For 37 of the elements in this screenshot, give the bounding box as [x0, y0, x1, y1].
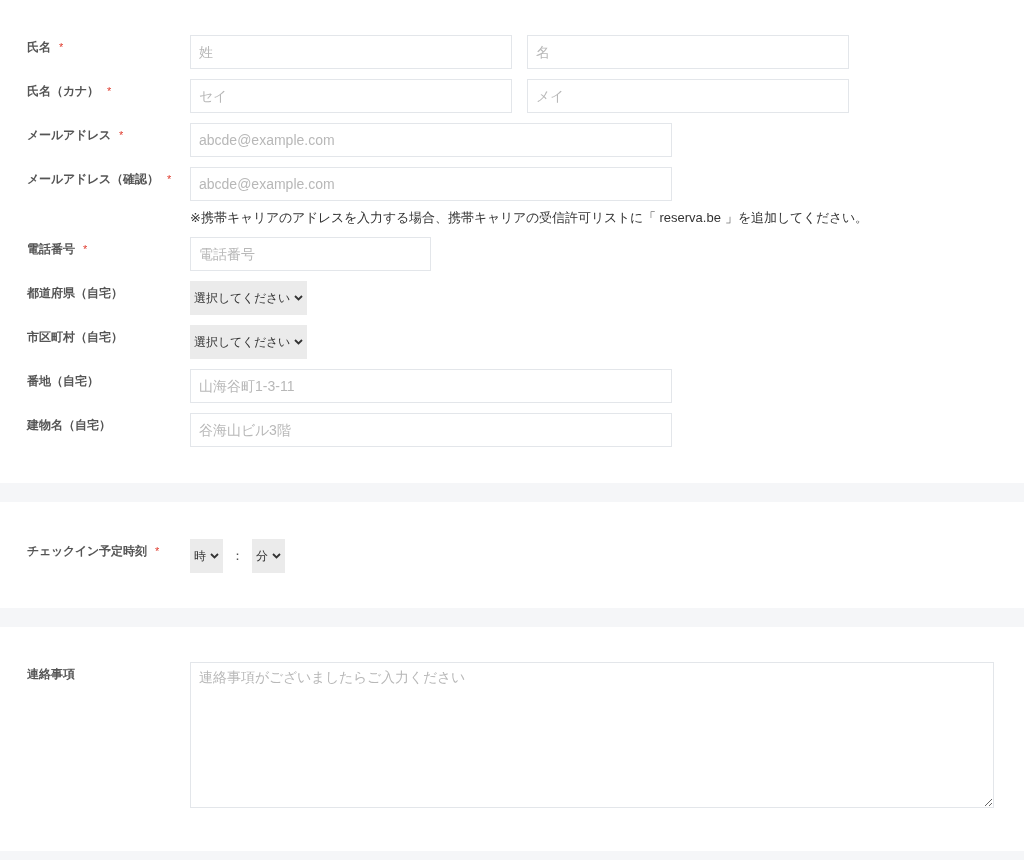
minute-dropdown[interactable]: 分	[252, 539, 285, 573]
caret-icon	[210, 553, 219, 559]
required-mark: *	[119, 128, 124, 142]
required-mark: *	[167, 172, 172, 186]
text-field[interactable]: メイ	[527, 79, 849, 113]
field-label: 氏名	[27, 40, 51, 54]
required-mark: *	[59, 40, 64, 54]
text-field[interactable]: 姓	[190, 35, 512, 69]
hour-dropdown[interactable]: 時	[190, 539, 223, 573]
required-mark: *	[107, 84, 112, 98]
field-label: メールアドレス（確認）	[27, 172, 159, 186]
field-label: 建物名（自宅）	[27, 418, 111, 432]
select-dropdown[interactable]: 選択してください	[190, 325, 307, 359]
text-field[interactable]: 谷海山ビル3階	[190, 413, 672, 447]
field-label: 都道府県（自宅）	[27, 286, 123, 300]
text-field[interactable]: abcde@example.com	[190, 123, 672, 157]
text-field[interactable]: セイ	[190, 79, 512, 113]
field-label: 番地（自宅）	[27, 374, 99, 388]
note-text: ※携帯キャリアのアドレスを入力する場合、携帯キャリアの受信許可リストに「 reserva.be 」を追加してください。	[190, 209, 868, 227]
field-label: メールアドレス	[27, 128, 111, 142]
required-mark: *	[155, 544, 160, 558]
caret-icon	[294, 339, 303, 345]
field-label: 電話番号	[27, 242, 75, 256]
time-separator: ：	[231, 547, 244, 565]
field-label: 市区町村（自宅）	[27, 330, 123, 344]
text-field[interactable]: abcde@example.com	[190, 167, 672, 201]
required-mark: *	[83, 242, 88, 256]
text-field[interactable]: 山海谷町1-3-11	[190, 369, 672, 403]
field-label: 連絡事項	[27, 667, 75, 681]
caret-icon	[294, 295, 303, 301]
field-label: チェックイン予定時刻	[27, 544, 147, 558]
caret-icon	[272, 553, 281, 559]
message-field[interactable]: 連絡事項がございましたらご入力ください	[190, 662, 994, 808]
text-field[interactable]: 電話番号	[190, 237, 431, 271]
select-dropdown[interactable]: 選択してください	[190, 281, 307, 315]
text-field[interactable]: 名	[527, 35, 849, 69]
field-label: 氏名（カナ）	[27, 84, 99, 98]
